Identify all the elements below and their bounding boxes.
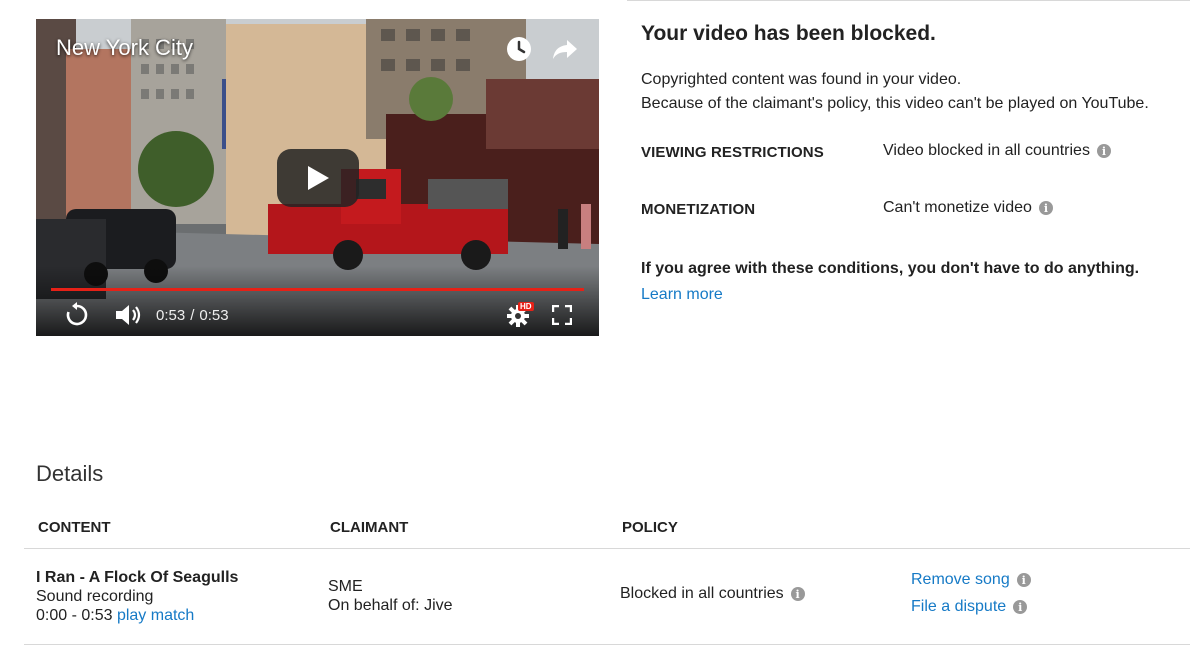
remove-song-link[interactable]: Remove song xyxy=(911,571,1010,589)
clock-icon[interactable] xyxy=(505,35,533,63)
video-title[interactable]: New York City xyxy=(56,35,193,61)
progress-bar[interactable] xyxy=(51,288,584,291)
details-heading: Details xyxy=(36,461,104,486)
agree-notice: If you agree with these conditions, you … xyxy=(641,260,1140,277)
content-cell: I Ran - A Flock Of Seagulls Sound record… xyxy=(36,568,238,625)
description-line-1: Copyrighted content was found in your vi… xyxy=(641,71,962,88)
column-header-policy: POLICY xyxy=(622,519,678,536)
status-description: Copyrighted content was found in your vi… xyxy=(641,68,1149,116)
info-icon[interactable]: i xyxy=(1096,144,1111,158)
policy-text: Blocked in all countries xyxy=(620,585,784,602)
description-line-2: Because of the claimant's policy, this v… xyxy=(641,95,1149,112)
file-dispute-link[interactable]: File a dispute xyxy=(911,598,1006,616)
info-icon[interactable]: i xyxy=(1038,201,1053,215)
header-divider xyxy=(24,548,1190,549)
claimant-behalf: On behalf of: Jive xyxy=(328,597,453,614)
hd-badge: HD xyxy=(518,302,534,311)
monetization-value: Can't monetize video i xyxy=(883,199,1053,217)
viewing-restrictions-label: VIEWING RESTRICTIONS xyxy=(641,144,824,161)
claimant-name: SME xyxy=(328,578,363,595)
row-divider xyxy=(24,644,1190,645)
monetization-label: MONETIZATION xyxy=(641,201,756,218)
settings-button[interactable]: HD xyxy=(506,302,536,328)
duration: 0:53 xyxy=(199,306,229,324)
claimant-cell: SME On behalf of: Jive xyxy=(328,577,453,615)
file-dispute-action: File a dispute i xyxy=(911,598,1028,616)
play-match-link[interactable]: play match xyxy=(117,607,194,624)
replay-icon[interactable] xyxy=(64,302,90,328)
match-range: 0:00 - 0:53 xyxy=(36,607,113,624)
volume-icon[interactable] xyxy=(114,302,142,328)
column-header-content: CONTENT xyxy=(38,519,111,536)
play-icon xyxy=(308,166,329,190)
progress-fill xyxy=(51,288,584,291)
info-icon[interactable]: i xyxy=(790,587,805,601)
top-divider xyxy=(627,0,1190,1)
blocked-heading: Your video has been blocked. xyxy=(641,22,936,45)
share-arrow-icon[interactable] xyxy=(551,35,579,63)
play-button[interactable] xyxy=(277,149,359,207)
viewing-restrictions-value: Video blocked in all countries i xyxy=(883,142,1111,160)
column-header-claimant: CLAIMANT xyxy=(330,519,409,536)
remove-song-action: Remove song i xyxy=(911,571,1031,589)
content-type: Sound recording xyxy=(36,588,154,605)
video-player[interactable]: New York City 0:53 / 0:53 HD xyxy=(36,19,599,336)
info-icon[interactable]: i xyxy=(1016,573,1031,587)
time-separator: / xyxy=(190,306,195,324)
learn-more-link[interactable]: Learn more xyxy=(641,286,723,304)
viewing-restrictions-text: Video blocked in all countries xyxy=(883,142,1090,159)
info-icon[interactable]: i xyxy=(1013,600,1028,614)
policy-cell: Blocked in all countries i xyxy=(620,585,805,603)
current-time: 0:53 xyxy=(156,306,186,324)
monetization-text: Can't monetize video xyxy=(883,199,1032,216)
content-title: I Ran - A Flock Of Seagulls xyxy=(36,569,239,586)
fullscreen-icon[interactable] xyxy=(552,305,572,325)
